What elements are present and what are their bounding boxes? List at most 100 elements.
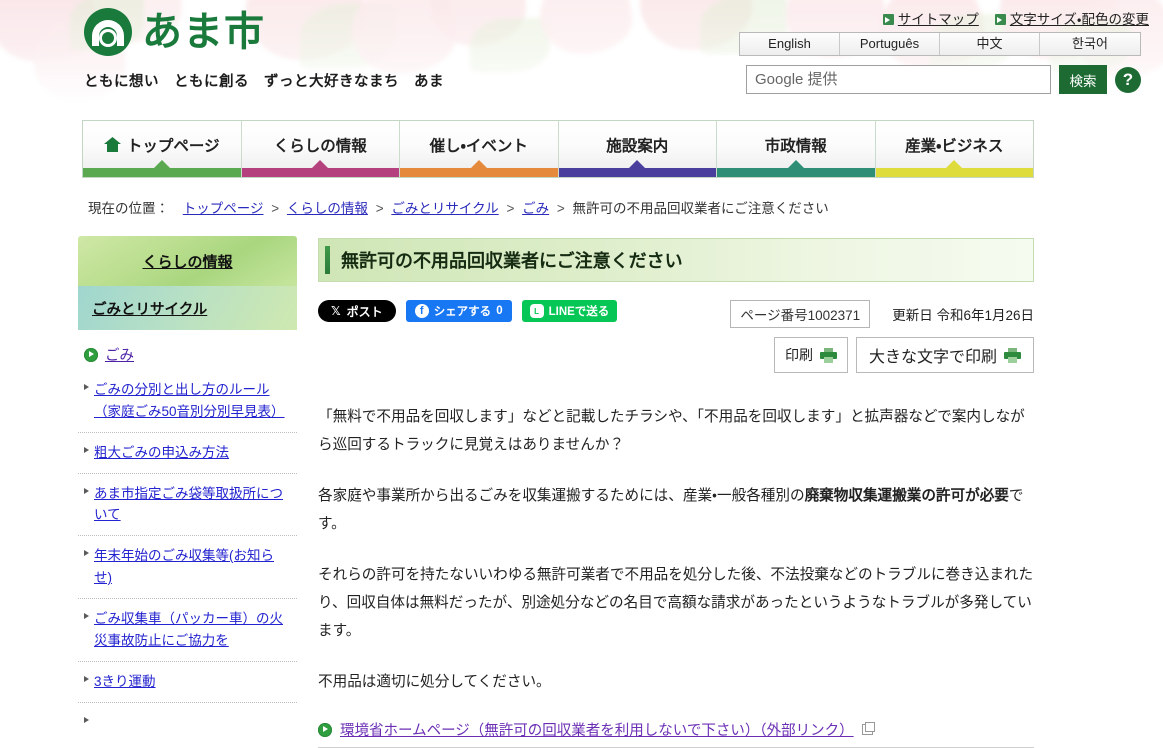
nav-item-living[interactable]: くらしの情報 [241, 121, 400, 177]
sidebar-item-garbage-label[interactable]: ごみ [105, 344, 134, 365]
print-label: 印刷 [784, 347, 813, 363]
nav-notch [153, 160, 170, 168]
sidebar-link[interactable]: 粗大ごみの申込み方法 [94, 445, 229, 460]
share-facebook-button[interactable]: f シェアする 0 [405, 300, 512, 322]
page-title: 無許可の不用品回収業者にご注意ください [318, 238, 1034, 282]
nav-label: トップページ [126, 137, 220, 155]
help-icon[interactable]: ? [1115, 66, 1141, 93]
new-window-icon [861, 722, 875, 736]
paragraph: 「無料で不用品を回収します」などと記載したチラシや、「不用品を回収します」と拡声… [318, 403, 1034, 459]
sidebar-link[interactable]: ごみの分別と出し方のルール（家庭ごみ50音別分別早見表） [94, 382, 285, 419]
share-facebook-label: シェアする [433, 306, 492, 318]
sidebar-link[interactable]: 年末年始のごみ収集等(お知らせ) [94, 548, 274, 585]
print-large-label: 大きな文字で印刷 [868, 349, 997, 366]
list-item[interactable]: ごみの分別と出し方のルール（家庭ごみ50音別分別早見表） [78, 375, 297, 432]
nav-notch [946, 160, 963, 168]
body-text-run: 各家庭や事業所から出るごみを収集運搬するためには、産業・一般各種別の [318, 488, 805, 505]
lang-english[interactable]: English [740, 33, 840, 55]
green-arrow-circle-icon [84, 347, 98, 362]
home-icon [103, 137, 121, 152]
search-area: 検索 ? [746, 65, 1141, 94]
site-logo-text: あま市 [142, 10, 265, 54]
list-item[interactable]: 3きり運動 [78, 660, 297, 702]
breadcrumb-separator: > [556, 201, 565, 216]
breadcrumb-item-garbage[interactable]: ごみ [522, 201, 549, 216]
share-line-button[interactable]: L LINEで送る [521, 300, 618, 322]
nav-label: 市政情報 [764, 137, 827, 155]
breadcrumb: 現在の位置： トップページ > くらしの情報 > ごみとリサイクル > ごみ >… [88, 197, 829, 217]
line-icon: L [529, 304, 544, 318]
share-line-label: LINEで送る [548, 306, 610, 318]
ama-city-logo-icon [84, 8, 132, 56]
global-navigation: トップページ くらしの情報 催し・イベント 施設案内 市政情報 産業・ビジネス [82, 120, 1034, 178]
sitemap-link[interactable]: サイトマップ [882, 8, 979, 28]
list-item[interactable]: 粗大ごみの申込み方法 [78, 431, 297, 473]
text-size-color-link[interactable]: 文字サイズ・配色の変更 [994, 8, 1149, 28]
sidebar-link[interactable]: 3きり運動 [94, 674, 156, 689]
nav-notch [787, 160, 804, 168]
list-item[interactable]: ごみ収集車（パッカー車）の火災事故防止にご協力を [78, 598, 297, 661]
list-item[interactable] [78, 701, 297, 723]
nav-item-city-info[interactable]: 市政情報 [717, 121, 876, 177]
green-arrow-circle-icon [318, 722, 332, 737]
lang-portuguese[interactable]: Português [840, 33, 940, 55]
printer-icon [1004, 347, 1021, 363]
arrow-square-icon [882, 14, 894, 25]
nav-item-events[interactable]: 催し・イベント [400, 121, 559, 177]
paragraph: それらの許可を持たないいわゆる無許可業者で不用品を処分した後、不法投棄などのトラ… [318, 561, 1034, 645]
sidebar-heading-garbage-recycle[interactable]: ごみとリサイクル [78, 286, 297, 330]
arrow-square-icon [994, 14, 1006, 25]
article-body: 「無料で不用品を回収します」などと記載したチラシや、「不用品を回収します」と拡声… [318, 403, 1034, 696]
paragraph: 各家庭や事業所から出るごみを収集運搬するためには、産業・一般各種別の廃棄物収集運… [318, 482, 1034, 538]
sidebar-heading-living[interactable]: くらしの情報 [78, 236, 297, 286]
breadcrumb-label: 現在の位置： [88, 201, 169, 216]
paragraph: 不用品は適切に処分してください。 [318, 668, 1034, 696]
emphasis-text: 廃棄物収集運搬業の許可が必要 [804, 488, 1009, 505]
page-number: ページ番号1002371 [730, 300, 871, 328]
sitemap-label: サイトマップ [897, 12, 979, 27]
body-text-run: 不用品は適切に処分してください。 [318, 674, 551, 691]
nav-color-bar [558, 168, 716, 177]
share-row: 𝕏 ポスト f シェアする 0 L LINEで送る ページ番号1002371 更… [318, 300, 1034, 328]
nav-label: 催し・イベント [429, 137, 528, 155]
list-item[interactable]: あま市指定ごみ袋等取扱所について [78, 472, 297, 536]
nav-notch [470, 160, 487, 168]
sidebar: くらしの情報 ごみとリサイクル ごみ ごみの分別と出し方のルール（家庭ごみ50音… [78, 236, 297, 723]
x-icon: 𝕏 [331, 304, 341, 318]
updated-date: 更新日 令和6年1月26日 [892, 308, 1034, 323]
external-link-row: 環境省ホームページ（無許可の回収業者を利用しないで下さい）（外部リンク） [318, 719, 1034, 748]
nav-color-bar [717, 168, 875, 177]
language-switcher: English Português 中文 한국어 [739, 32, 1141, 56]
print-large-button[interactable]: 大きな文字で印刷 [855, 337, 1034, 373]
facebook-icon: f [414, 304, 429, 318]
list-item[interactable]: 年末年始のごみ収集等(お知らせ) [78, 535, 297, 598]
site-logo[interactable]: あま市 [82, 6, 265, 58]
print-row: 印刷 大きな文字で印刷 [318, 337, 1034, 373]
share-x-label: ポスト [346, 304, 383, 319]
nav-item-business[interactable]: 産業・ビジネス [875, 121, 1033, 177]
print-button[interactable]: 印刷 [773, 337, 848, 373]
sidebar-link[interactable]: ごみ収集車（パッカー車）の火災事故防止にご協力を [94, 611, 283, 648]
site-header: あま市 ともに想い ともに創る ずっと大好きなまち あま サイトマップ 文字サイ… [0, 0, 1163, 118]
body-text-run: 「無料で不用品を回収します」などと記載したチラシや、「不用品を回収します」と拡声… [318, 409, 1025, 454]
site-tagline: ともに想い ともに創る ずっと大好きなまち あま [84, 74, 444, 90]
sidebar-item-garbage[interactable]: ごみ [78, 330, 297, 375]
sidebar-link-list: ごみの分別と出し方のルール（家庭ごみ50音別分別早見表） 粗大ごみの申込み方法 … [78, 375, 297, 723]
nav-item-top[interactable]: トップページ [83, 121, 242, 177]
lang-chinese[interactable]: 中文 [940, 33, 1040, 55]
nav-color-bar [875, 168, 1033, 177]
sidebar-link[interactable]: あま市指定ごみ袋等取扱所について [94, 486, 283, 523]
breadcrumb-item-living[interactable]: くらしの情報 [287, 201, 368, 216]
external-link[interactable]: 環境省ホームページ（無許可の回収業者を利用しないで下さい）（外部リンク） [340, 719, 854, 740]
breadcrumb-item-garbage-recycle[interactable]: ごみとリサイクル [391, 201, 498, 216]
nav-item-facilities[interactable]: 施設案内 [558, 121, 717, 177]
breadcrumb-separator: > [375, 201, 384, 216]
share-x-button[interactable]: 𝕏 ポスト [318, 300, 396, 322]
breadcrumb-item-top[interactable]: トップページ [183, 201, 264, 216]
lang-korean[interactable]: 한국어 [1040, 33, 1140, 55]
search-button[interactable]: 検索 [1059, 65, 1107, 94]
nav-color-bar [400, 168, 558, 177]
main-content: 無許可の不用品回収業者にご注意ください 𝕏 ポスト f シェアする 0 L LI… [318, 238, 1034, 748]
search-input[interactable] [746, 65, 1051, 94]
printer-icon [819, 347, 837, 363]
